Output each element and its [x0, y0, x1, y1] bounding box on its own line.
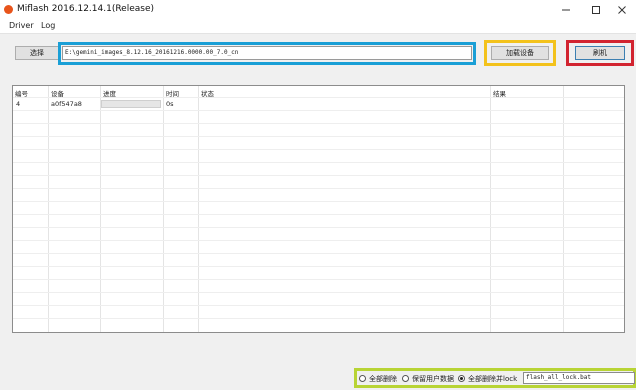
row-divider — [13, 188, 624, 189]
maximize-icon[interactable] — [584, 2, 608, 18]
row-divider — [13, 149, 624, 150]
flash-script-input[interactable]: flash_all_lock.bat — [523, 372, 635, 384]
clean-all-label[interactable]: 全部删除 — [369, 374, 397, 384]
flash-button[interactable]: 刷机 — [575, 46, 625, 60]
miflash-app-icon — [4, 5, 13, 14]
row-divider — [13, 266, 624, 267]
minimize-icon[interactable] — [554, 2, 578, 18]
row-divider — [13, 227, 624, 228]
device-table: 编号 设备 进度 时间 状态 结果 4 a0f547a8 0s — [12, 85, 625, 333]
close-icon[interactable] — [610, 2, 634, 18]
row-divider — [13, 136, 624, 137]
row-id-cell: 4 — [16, 100, 21, 108]
row-divider — [13, 318, 624, 319]
menu-log[interactable]: Log — [41, 21, 55, 30]
rom-path-input[interactable]: E:\gemini_images_8.12.16_20161216.0000.0… — [62, 46, 472, 60]
clean-all-lock-radio[interactable] — [458, 375, 465, 382]
row-divider — [13, 201, 624, 202]
window-title: Miflash 2016.12.14.1(Release) — [17, 4, 155, 14]
title-bar: Miflash 2016.12.14.1(Release) — [0, 0, 636, 20]
refresh-button[interactable]: 加载设备 — [491, 46, 549, 60]
row-divider — [13, 162, 624, 163]
row-divider — [13, 253, 624, 254]
save-user-data-radio[interactable] — [402, 375, 409, 382]
row-divider — [13, 123, 624, 124]
save-user-data-label[interactable]: 保留用户数据 — [412, 374, 454, 384]
row-divider — [13, 175, 624, 176]
row-time-cell: 0s — [166, 100, 174, 108]
row-divider — [13, 292, 624, 293]
row-divider — [13, 97, 624, 98]
menu-driver[interactable]: Driver — [9, 21, 34, 30]
row-divider — [13, 305, 624, 306]
select-button[interactable]: 选择 — [15, 46, 59, 60]
clean-all-lock-label[interactable]: 全部删除并lock — [468, 374, 517, 384]
progress-bar — [101, 100, 161, 108]
row-divider — [13, 214, 624, 215]
row-divider — [13, 240, 624, 241]
row-device-cell: a0f547a8 — [51, 100, 82, 108]
row-divider — [13, 279, 624, 280]
flash-options-panel: 全部删除 保留用户数据 全部删除并lock flash_all_lock.bat — [354, 368, 636, 388]
clean-all-radio[interactable] — [359, 375, 366, 382]
row-divider — [13, 110, 624, 111]
menu-bar: Driver Log — [0, 20, 636, 34]
